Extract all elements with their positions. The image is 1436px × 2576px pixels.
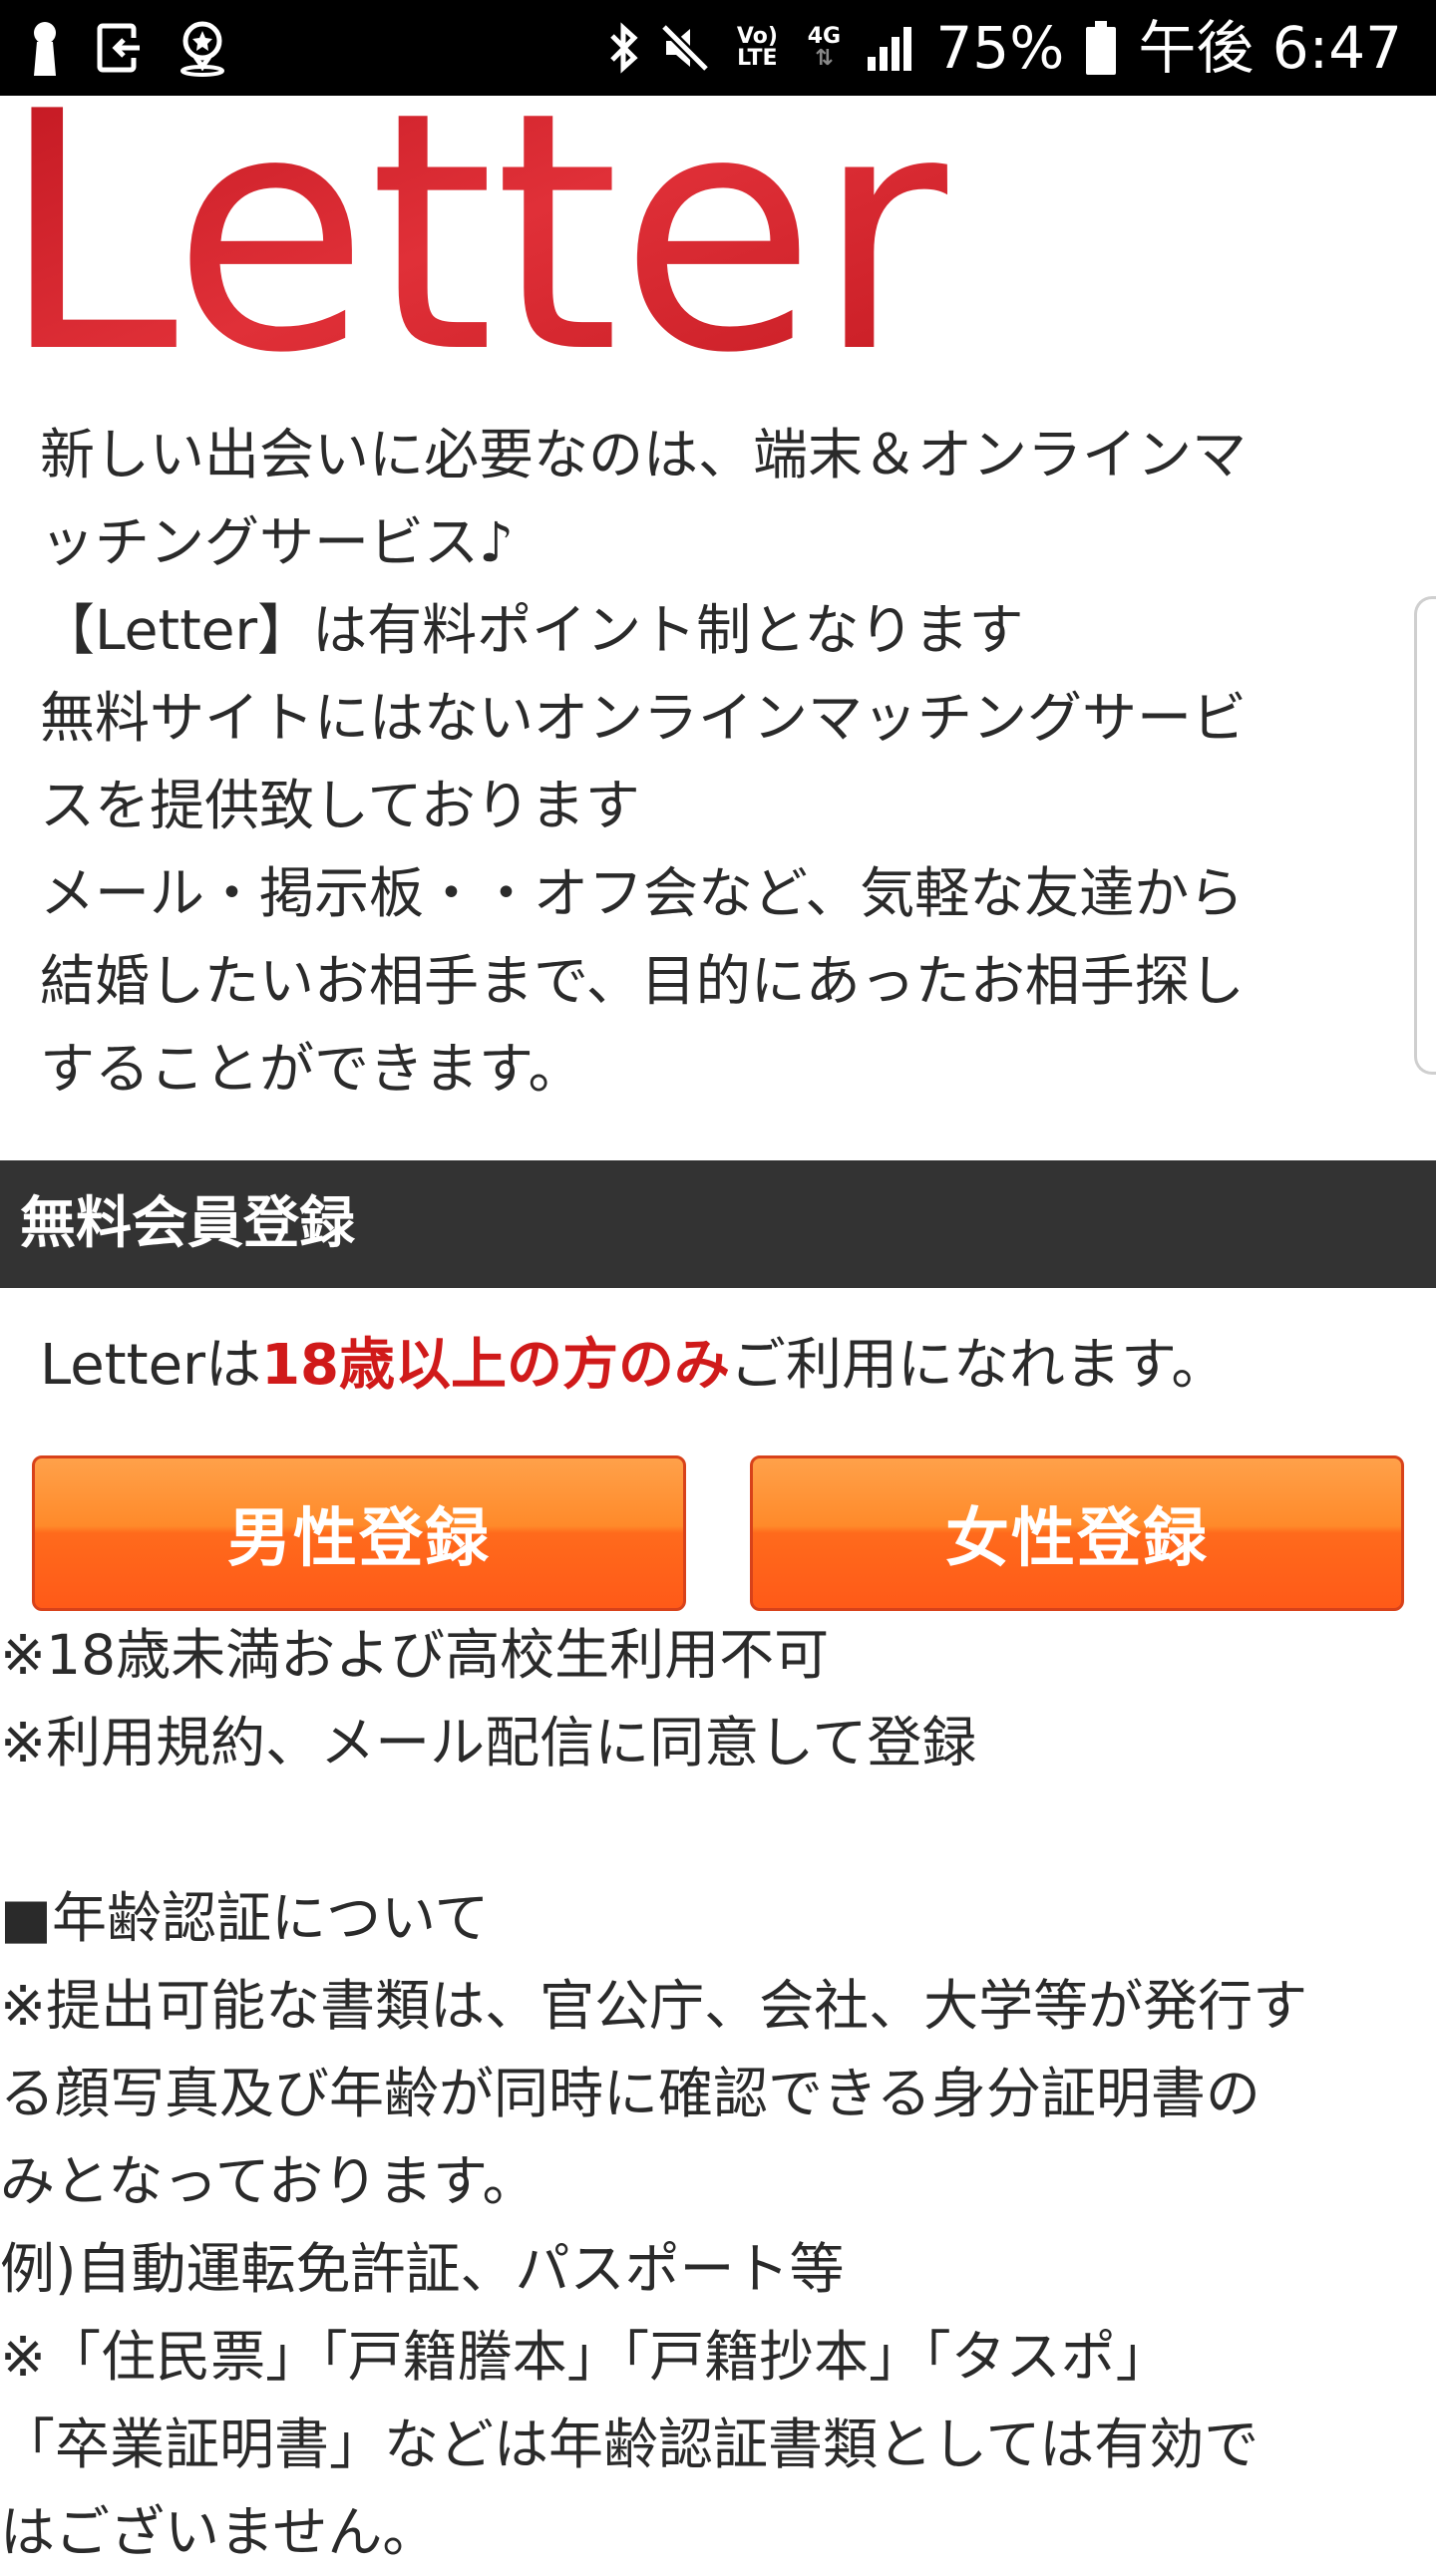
lock-icon — [34, 22, 56, 76]
female-register-button[interactable]: 女性登録 — [750, 1455, 1404, 1611]
bluetooth-icon — [610, 22, 639, 74]
intro-line: 【Letter】は有料ポイント制となります — [40, 598, 1024, 662]
intro-line: 無料サイトにはないオンラインマッチングサービ — [40, 686, 1248, 750]
note-line: ※提出可能な書類は、官公庁、会社、大学等が発行す — [0, 1974, 1308, 2038]
under18-note: ※18歳未満および高校生利用不可 — [0, 1623, 830, 1687]
data-arrows-icon: ⇅ — [815, 46, 834, 71]
intro-paragraph: 新しい出会いに必要なのは、端末＆オンラインマ ッチングサービス♪ 【Letter… — [40, 411, 1406, 1113]
intro-line: 結婚したいお相手まで、目的にあったお相手探し — [40, 949, 1245, 1013]
intro-line: することができます。 — [40, 1037, 583, 1101]
section-title: 無料会員登録 — [20, 1191, 355, 1256]
network-4g-icon: 4G ⇅ — [804, 26, 844, 70]
battery-percent: 75% — [935, 14, 1065, 82]
mute-icon — [660, 23, 710, 73]
agree-note: ※利用規約、メール配信に同意して登録 — [0, 1711, 977, 1774]
age-verification-title: ■年齢認証について — [0, 1886, 490, 1950]
note-line: る顔写真及び年齢が同時に確認できる身分証明書の — [0, 2062, 1260, 2125]
network-label: 4G — [807, 24, 842, 49]
edge-panel-handle[interactable] — [1414, 596, 1436, 1075]
status-bar: Vo) LTE 4G ⇅ 75% 午後 6:47 — [0, 0, 1436, 96]
free-registration-header: 無料会員登録 — [0, 1160, 1436, 1288]
location-star-icon — [180, 21, 224, 77]
age-prefix: Letterは — [40, 1333, 262, 1398]
volte-icon: Vo) LTE — [732, 26, 782, 70]
intro-line: スを提供致しております — [40, 774, 640, 837]
letter-logo[interactable]: Letter — [0, 42, 957, 425]
male-register-button[interactable]: 男性登録 — [32, 1455, 686, 1611]
volte-bottom-label: LTE — [737, 46, 778, 71]
intro-line: ッチングサービス♪ — [40, 510, 515, 574]
note-line: みとなっております。 — [0, 2149, 538, 2213]
age-requirement: Letterは18歳以上の方のみご利用になれます。 — [40, 1326, 1227, 1406]
age-emphasis: 18歳以上の方のみ — [261, 1333, 730, 1398]
intro-line: 新しい出会いに必要なのは、端末＆オンラインマ — [40, 423, 1248, 486]
registration-notes: ※18歳未満および高校生利用不可 ※利用規約、メール配信に同意して登録 ■年齢認… — [0, 1611, 1436, 2576]
letter-logo-image: Letter — [0, 42, 950, 425]
intro-line: メール・掲示板・・オフ会など、気軽な友達から — [40, 861, 1245, 925]
volte-top-label: Vo) — [736, 24, 778, 49]
clock: 午後 6:47 — [1138, 14, 1402, 82]
note-line: ※「住民票」「戸籍謄本」「戸籍抄本」「タスポ」 — [0, 2325, 1171, 2389]
note-line: 例)自動運転免許証、パスポート等 — [0, 2237, 845, 2301]
age-suffix: ご利用になれます。 — [730, 1333, 1228, 1398]
logo-text: Letter — [0, 100, 950, 359]
download-icon — [97, 23, 140, 73]
signal-icon — [868, 27, 912, 71]
battery-icon — [1086, 21, 1117, 75]
note-line: はございません。 — [0, 2500, 438, 2564]
note-line: 「卒業証明書」などは年齢認証書類としては有効で — [0, 2413, 1259, 2476]
